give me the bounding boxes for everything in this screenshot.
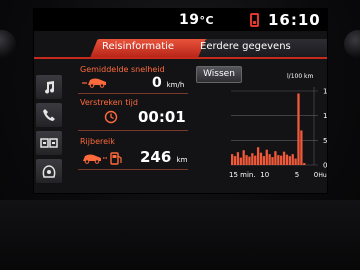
consumption-bar: [245, 155, 248, 165]
sidebar-item-vehicle[interactable]: [36, 131, 62, 155]
consumption-bar: [262, 156, 266, 165]
tab-underline: [34, 57, 327, 59]
divider: [78, 130, 188, 131]
consumption-bar: [259, 152, 263, 165]
elapsed-time-label: Verstreken tijd: [80, 98, 138, 107]
avg-speed-value: 0: [152, 75, 162, 91]
elapsed-time-value: 00:01: [138, 108, 186, 126]
car-speed-icon: [82, 78, 106, 88]
consumption-bar: [236, 152, 240, 165]
clock-icon: [104, 110, 118, 124]
range-value: 246: [140, 148, 172, 166]
consumption-bar: [294, 158, 297, 165]
clock: 16:10: [268, 11, 321, 29]
consumption-bar: [297, 93, 300, 165]
y-tick-label: 0: [323, 162, 327, 170]
phone-handset-icon: [43, 109, 55, 121]
consumption-bar: [233, 156, 237, 165]
consumption-bar: [280, 155, 283, 165]
y-tick-label: 10: [323, 112, 327, 120]
car-fuel-range-icon: [83, 152, 122, 165]
infotainment-screen: 19°C 16:10 Reisinformatie Eerdere gegeve…: [33, 8, 328, 194]
consumption-bar: [277, 155, 280, 165]
consumption-bar: [256, 147, 260, 165]
consumption-bar: [231, 154, 234, 165]
consumption-bar: [274, 151, 277, 165]
y-tick-label: 15: [323, 88, 327, 96]
consumption-bar: [248, 156, 251, 165]
consumption-chart: 15105015 min.1050Huidig: [229, 87, 327, 179]
consumption-bar: [303, 163, 306, 165]
avg-speed-label: Gemiddelde snelheid: [80, 65, 165, 74]
x-tick-label: 5: [295, 171, 299, 179]
status-bar: 19°C 16:10: [34, 9, 327, 31]
consumption-bar: [251, 153, 254, 165]
trip-info-icon: [42, 165, 56, 178]
temperature-value: 19: [179, 12, 200, 28]
range-display: 246 km: [140, 148, 187, 166]
range-unit: km: [176, 156, 188, 164]
sidebar-item-trip[interactable]: [36, 159, 62, 183]
now-label: Huidig: [318, 172, 327, 179]
consumption-bar: [268, 154, 271, 165]
tab-reisinformatie[interactable]: Reisinformatie: [102, 41, 174, 52]
consumption-bar: [291, 154, 294, 165]
y-tick-label: 5: [323, 137, 327, 145]
sidebar-item-phone[interactable]: [36, 103, 62, 127]
consumption-bar: [242, 150, 245, 165]
music-note-icon: [45, 81, 55, 94]
consumption-bar: [288, 156, 291, 165]
divider: [78, 169, 188, 170]
vehicle-settings-icon: [40, 138, 58, 148]
tab-eerdere-gegevens[interactable]: Eerdere gegevens: [200, 41, 291, 52]
outside-temperature: 19°C: [179, 12, 214, 28]
consumption-bar: [285, 154, 289, 165]
consumption-bar: [239, 157, 242, 165]
consumption-bar: [300, 130, 303, 165]
consumption-bar: [254, 155, 257, 165]
range-label: Rijbereik: [80, 137, 115, 146]
x-tick-label: 15 min.: [229, 171, 256, 179]
sidebar: [34, 73, 64, 189]
avg-speed-unit: km/h: [166, 81, 185, 89]
consumption-bar: [271, 157, 274, 165]
dashboard-lower-panel: [0, 200, 360, 270]
sidebar-item-media[interactable]: [36, 75, 62, 99]
divider: [78, 93, 188, 94]
x-tick-label: 10: [260, 171, 269, 179]
consumption-bar: [265, 149, 268, 165]
avg-speed-display: 0 km/h: [152, 75, 184, 91]
temperature-unit: °C: [199, 14, 215, 27]
phone-icon: [250, 13, 259, 27]
consumption-bar: [282, 151, 286, 165]
tab-bar: Reisinformatie Eerdere gegevens: [34, 39, 327, 57]
